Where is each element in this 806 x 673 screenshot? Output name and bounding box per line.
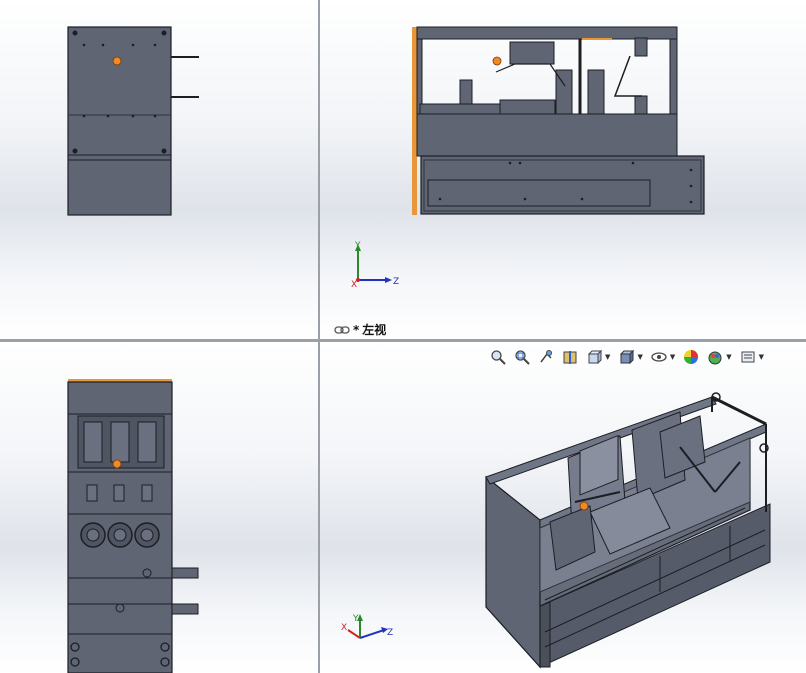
marker-dot <box>112 459 122 469</box>
viewport-left-view[interactable]: Y Z X * 左视 <box>320 0 806 339</box>
top-view-model[interactable] <box>0 342 318 673</box>
axis-z-label: X <box>351 280 357 290</box>
marker-dot <box>112 56 122 66</box>
iso-axis-z-label: X <box>341 623 347 633</box>
viewport-vertical-splitter[interactable] <box>318 0 320 673</box>
axis-x-label: Z <box>393 277 399 287</box>
iso-axis-x-label: Z <box>387 628 393 638</box>
marker-dot <box>579 501 589 511</box>
viewport-top[interactable] <box>0 342 318 673</box>
viewport-front[interactable] <box>0 0 318 339</box>
view-modified-flag: * <box>353 322 360 337</box>
viewport-label[interactable]: * 左视 <box>334 321 386 338</box>
iso-axis-y-label: Y <box>352 614 359 624</box>
view-triad: Y Z X <box>346 240 406 290</box>
viewport-horizontal-splitter[interactable] <box>0 339 806 342</box>
axis-y-label: Y <box>354 241 361 251</box>
viewport-isometric[interactable]: ▼ ▼ ▼ ▼ ▼ Y Z X <box>320 342 806 673</box>
front-view-model[interactable] <box>0 0 318 339</box>
marker-dot <box>492 56 502 66</box>
view-triad-iso: Y Z X <box>340 612 400 652</box>
link-views-icon[interactable] <box>334 325 350 335</box>
view-name: 左视 <box>362 323 387 337</box>
